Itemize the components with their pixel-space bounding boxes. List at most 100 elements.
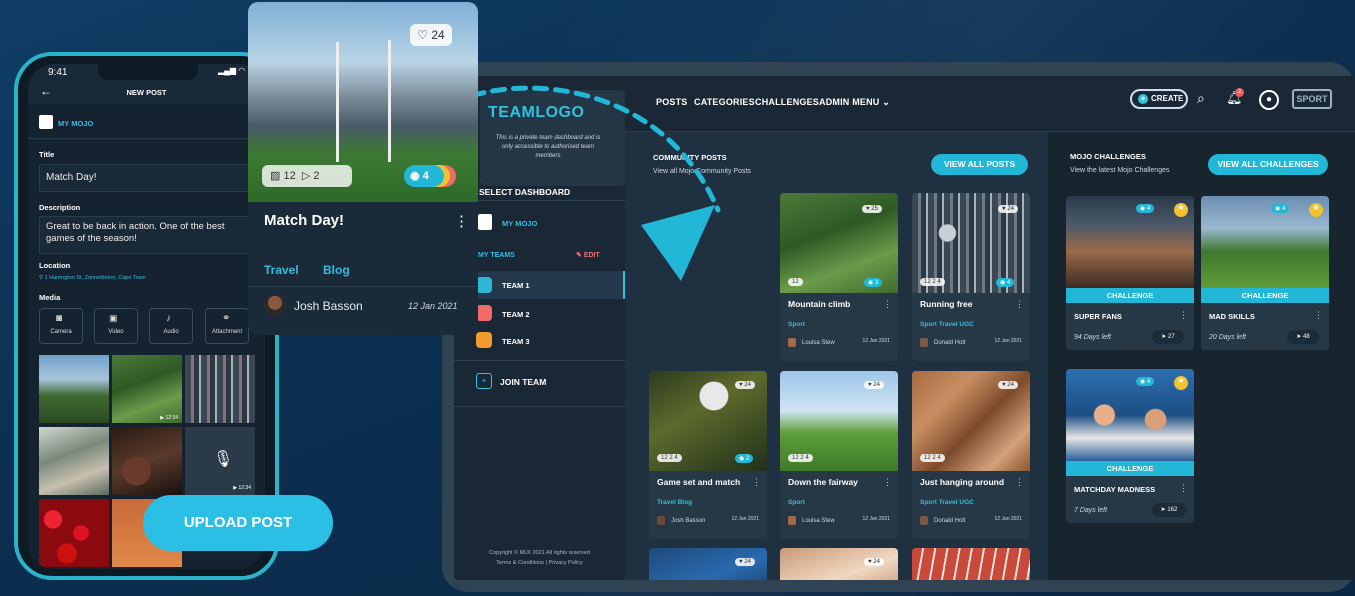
challenge-card[interactable]: ◉ 4 ★ CHALLENGE MAD SKILLS ⋮ 20 Days lef… (1201, 196, 1329, 350)
camera-label: Camera (50, 329, 72, 335)
video-icon: ▣ (109, 313, 118, 323)
post-card[interactable]: ♥ 24 12 2 4 Just hanging around ⋮ Sport … (912, 371, 1030, 539)
audio-thumbnail[interactable]: 🎙︎ ▶ 12:34 (185, 427, 255, 495)
post-title: Just hanging around (920, 477, 1005, 487)
nav-challenges[interactable]: CHALLENGES (755, 97, 819, 107)
screen-title: NEW POST (126, 88, 167, 97)
media-thumbnail[interactable] (39, 499, 109, 567)
post-title: Game set and match (657, 477, 741, 487)
post-author: Louisa Stew 12 Jan 2021 (780, 516, 898, 525)
more-options-icon[interactable]: ⋮ (1015, 477, 1024, 488)
post-card[interactable]: ♥ 24 (649, 548, 767, 580)
post-card[interactable]: ♥ 24 12 2 4 Down the fairway ⋮ Sport Lou… (780, 371, 898, 539)
send-icon: ➤ (1296, 334, 1303, 340)
participants-badge: ➤ 27 (1152, 330, 1184, 344)
challenge-card[interactable]: ◉ 4 ★ CHALLENGE MATCHDAY MADNESS ⋮ 7 Day… (1066, 369, 1194, 523)
more-options-icon[interactable]: ⋮ (1179, 483, 1188, 494)
more-options-icon[interactable]: ⋮ (883, 299, 892, 310)
post-title: Mountain climb (788, 299, 851, 309)
attachment-button[interactable]: ⚭ Attachment (205, 308, 249, 344)
likes-badge[interactable]: ♡ 24 (410, 24, 452, 46)
more-options-icon[interactable]: ⋮ (752, 477, 761, 488)
views-badge: ◉ 4 (404, 165, 444, 187)
media-thumbnail[interactable]: ▶ 12:34 (112, 355, 182, 423)
camera-button[interactable]: ◙ Camera (39, 308, 83, 344)
post-card[interactable]: ♥ 25 12 ◉ 3 Mountain climb ⋮ Sport Louis… (780, 193, 898, 361)
team-row-2[interactable]: TEAM 2 (454, 301, 625, 329)
media-count-badge: ▨ 12 ▷ 2 (262, 165, 352, 187)
avatar (264, 294, 286, 316)
create-button[interactable]: + CREATE (1130, 89, 1188, 109)
video-button[interactable]: ▣ Video (94, 308, 138, 344)
join-team-label: JOIN TEAM (500, 377, 547, 387)
media-thumbnail[interactable] (185, 355, 255, 423)
challenge-card[interactable]: ◉ 4 ★ CHALLENGE SUPER FANS ⋮ 94 Days lef… (1066, 196, 1194, 350)
post-card[interactable]: ♥ 24 (780, 548, 898, 580)
phone-notch (98, 64, 198, 80)
more-options-icon[interactable]: ⋮ (454, 212, 469, 230)
challenges-area: MOJO CHALLENGES View the latest Mojo Cha… (1048, 76, 1355, 580)
more-options-icon[interactable]: ⋮ (1015, 299, 1024, 310)
microphone-icon: ♪ (166, 313, 171, 324)
view-all-challenges-button[interactable]: VIEW ALL CHALLENGES (1208, 154, 1328, 175)
title-input[interactable]: Match Day! (39, 164, 251, 192)
title-label: Title (39, 150, 55, 159)
post-tags[interactable]: Travel Blog (649, 499, 767, 506)
author-name: Louisa Stew (802, 518, 835, 525)
post-date: 12 Jan 2021 (862, 338, 890, 344)
views-count: 3 (874, 280, 879, 286)
author-name: Louisa Stew (802, 340, 835, 347)
post-tags[interactable]: Sport (780, 321, 898, 328)
upload-post-button[interactable]: UPLOAD POST (143, 495, 333, 551)
post-tags[interactable]: Sport Travel UGC (912, 321, 1030, 328)
media-badge: 12 (788, 278, 803, 286)
team-row-3[interactable]: TEAM 3 (454, 329, 625, 357)
tag-blog[interactable]: Blog (323, 263, 350, 277)
avatar (920, 338, 928, 347)
media-count: 12 2 4 (924, 455, 941, 461)
eye-icon: ◉ (410, 170, 423, 182)
heart-icon: ♡ (417, 28, 432, 42)
post-tags[interactable]: Sport Travel UGC (912, 499, 1030, 506)
search-icon[interactable]: ⌕ (1197, 90, 1205, 107)
view-all-posts-button[interactable]: VIEW ALL POSTS (931, 154, 1028, 175)
tag-travel[interactable]: Travel (264, 263, 299, 277)
paperclip-icon: ⚭ (222, 313, 231, 324)
participants-count: 162 (1167, 507, 1178, 513)
terms-links[interactable]: Terms & Conditions | Privacy Policy (454, 560, 625, 566)
more-options-icon[interactable]: ⋮ (883, 477, 892, 488)
join-team-button[interactable]: + JOIN TEAM (454, 368, 625, 396)
plus-icon: + (1138, 94, 1148, 104)
nav-admin-menu[interactable]: ADMIN MENU ⌄ (819, 97, 890, 108)
avatar (788, 516, 796, 525)
description-input[interactable]: Great to be back in action. One of the b… (39, 216, 251, 254)
post-tags[interactable]: Sport (780, 499, 898, 506)
audio-button[interactable]: ♪ Audio (149, 308, 193, 344)
location-value[interactable]: ⚲ 1 Harrington St, Zonnebloem, Cape Town (39, 275, 146, 281)
media-thumbnail[interactable] (112, 427, 182, 495)
audio-duration: ▶ 12:34 (233, 485, 251, 491)
my-mojo-label: MY MOJO (58, 119, 94, 128)
user-icon[interactable]: ● (1259, 90, 1279, 110)
post-title: Down the fairway (788, 477, 858, 487)
likes-count: 24 (431, 28, 445, 42)
post-card[interactable] (912, 548, 1030, 580)
views-count: 4 (1281, 206, 1286, 212)
more-options-icon[interactable]: ⋮ (1179, 310, 1188, 321)
media-thumbnail[interactable] (39, 355, 109, 423)
post-card[interactable]: ♥ 24 12 2 4 ◉ 4 Running free ⋮ Sport Tra… (912, 193, 1030, 361)
audio-label: Audio (163, 329, 179, 335)
team-2-label: TEAM 2 (502, 310, 530, 319)
goal-post (388, 40, 391, 162)
media-badge: 12 2 4 (788, 454, 813, 462)
likes-count: 24 (873, 559, 880, 565)
media-thumbnail[interactable] (39, 427, 109, 495)
media-badge: 12 2 4 (920, 454, 945, 462)
views-badge: ◉ 4 (1136, 377, 1155, 386)
video-label: Video (108, 329, 124, 335)
more-options-icon[interactable]: ⋮ (1314, 310, 1323, 321)
location-label: Location (39, 261, 71, 270)
post-preview-card[interactable]: ♡ 24 ▨ 12 ▷ 2 ◉ 4 Match Day! ⋮ Travel Bl… (248, 2, 478, 335)
post-card[interactable]: ♥ 24 12 2 4 ◉ 2 Game set and match ⋮ Tra… (649, 371, 767, 539)
my-mojo-checkbox[interactable] (39, 115, 53, 129)
